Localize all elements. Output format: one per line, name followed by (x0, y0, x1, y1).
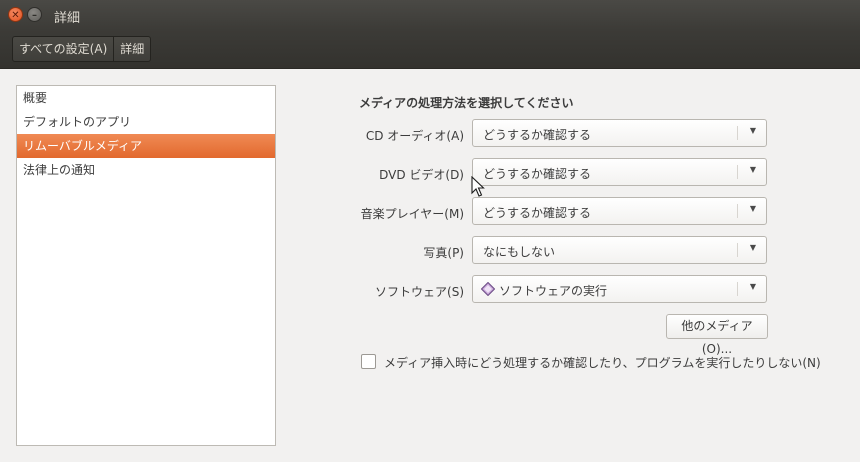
software-label: ソフトウェア(S) (375, 285, 464, 299)
breadcrumb-all-settings[interactable]: すべての設定(A) (13, 37, 113, 61)
never-prompt-label[interactable]: メディア挿入時にどう処理するか確認したり、プログラムを実行したりしない(N) (384, 354, 821, 371)
music-player-combo[interactable]: どうするか確認する ▼ (472, 197, 767, 225)
chevron-down-icon: ▼ (749, 243, 756, 252)
combo-separator (737, 204, 738, 218)
close-icon[interactable]: ✕ (8, 7, 23, 22)
breadcrumb-details[interactable]: 詳細 (113, 37, 150, 61)
cd-audio-label: CD オーディオ(A) (365, 129, 464, 143)
other-media-button[interactable]: 他のメディア(O)... (666, 314, 768, 356)
never-prompt-checkbox[interactable] (361, 354, 376, 369)
mouse-pointer-icon (471, 175, 485, 201)
dvd-video-combo[interactable]: どうするか確認する ▼ (472, 158, 767, 186)
chevron-down-icon: ▼ (749, 282, 756, 291)
chevron-down-icon: ▼ (749, 165, 756, 174)
combo-separator (737, 243, 738, 257)
photos-label: 写真(P) (423, 246, 464, 260)
combo-value: どうするか確認する (483, 167, 592, 181)
breadcrumb: すべての設定(A) 詳細 (12, 36, 152, 62)
chevron-down-icon: ▼ (749, 126, 756, 135)
sidebar: 概要 デフォルトのアプリ リムーバブルメディア 法律上の通知 (16, 85, 276, 446)
photos-combo[interactable]: なにもしない ▼ (472, 236, 767, 264)
window-title: 詳細 (54, 11, 81, 26)
cd-audio-combo[interactable]: どうするか確認する ▼ (472, 119, 767, 147)
chevron-down-icon: ▼ (749, 204, 756, 213)
combo-separator (737, 165, 738, 179)
title-bar: ✕ – 詳細 (0, 0, 860, 30)
dvd-video-label: DVD ビデオ(D) (379, 168, 464, 182)
combo-value: どうするか確認する (483, 206, 592, 220)
sidebar-item-overview[interactable]: 概要 (17, 86, 275, 110)
toolbar: すべての設定(A) 詳細 (0, 30, 860, 69)
combo-value: なにもしない (483, 245, 556, 259)
sidebar-item-removable-media[interactable]: リムーバブルメディア (17, 134, 275, 158)
combo-value: ソフトウェアの実行 (499, 284, 608, 298)
software-icon (480, 281, 496, 299)
music-player-label: 音楽プレイヤー(M) (360, 207, 464, 221)
minimize-icon[interactable]: – (27, 7, 42, 22)
section-title: メディアの処理方法を選択してください (359, 96, 574, 110)
combo-separator (737, 282, 738, 296)
software-combo[interactable]: ソフトウェアの実行 ▼ (472, 275, 767, 303)
combo-separator (737, 126, 738, 140)
sidebar-item-default-apps[interactable]: デフォルトのアプリ (17, 110, 275, 134)
sidebar-item-legal-notice[interactable]: 法律上の通知 (17, 158, 275, 182)
combo-value: どうするか確認する (483, 128, 592, 142)
